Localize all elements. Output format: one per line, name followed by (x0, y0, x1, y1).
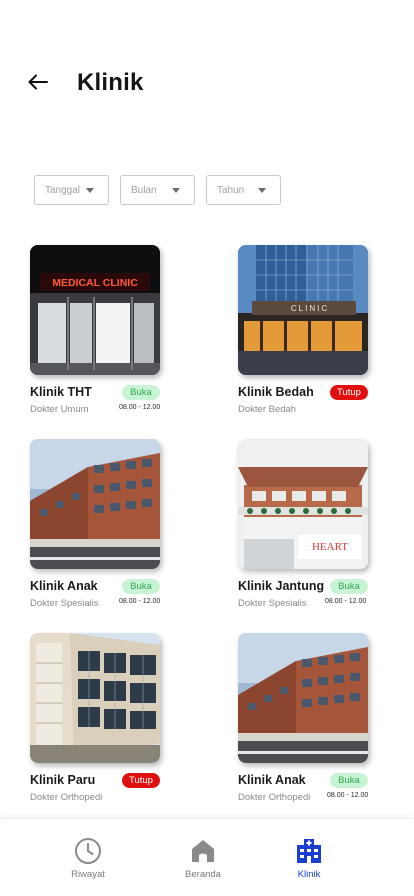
clinic-doctor: Dokter Spesialis (238, 598, 307, 609)
clinic-photo (238, 633, 368, 763)
clinic-name: Klinik Anak (238, 773, 306, 787)
nav-item-riwayat[interactable]: Riwayat (48, 837, 128, 880)
clinic-photo: MEDICAL CLINIC (30, 245, 160, 375)
clinic-card[interactable]: Klinik Paru Dokter Orthopedi Tutup (30, 633, 170, 813)
clinic-card[interactable]: MEDICAL CLINIC Klinik THT Dokter Umum Bu… (30, 245, 170, 425)
clinic-hours: 08.00 - 12.00 (119, 598, 161, 605)
filter-tahun-dropdown[interactable]: Tahun (206, 175, 281, 205)
clinic-sign-text: MEDICAL CLINIC (52, 277, 138, 289)
nav-label: Beranda (185, 869, 221, 880)
clinic-hours: 08.00 - 12.00 (327, 792, 369, 799)
clinic-hours: 08.00 - 12.00 (325, 598, 367, 605)
clinic-photo: CLINIC (238, 245, 368, 375)
clinic-card[interactable]: Klinik Anak Dokter Orthopedi Buka 08.00 … (238, 633, 378, 813)
status-badge: Buka (122, 385, 160, 400)
clinic-photo: HEART (238, 439, 368, 569)
filter-label: Tahun (217, 184, 245, 196)
clinic-doctor: Dokter Umum (30, 404, 89, 415)
clinic-name: Klinik Anak (30, 579, 98, 593)
clinic-photo (30, 633, 160, 763)
status-badge: Tutup (122, 773, 160, 788)
caret-down-icon (86, 188, 94, 193)
clinic-name: Klinik Jantung (238, 579, 325, 593)
filter-bar: Tanggal Bulan Tahun (34, 175, 281, 205)
filter-label: Bulan (131, 184, 157, 196)
app-header: Klinik (0, 0, 414, 120)
caret-down-icon (172, 188, 180, 193)
hospital-icon (295, 837, 323, 865)
clinic-card[interactable]: Klinik Anak Dokter Spesialis Buka 08.00 … (30, 439, 170, 619)
filter-tanggal-dropdown[interactable]: Tanggal (34, 175, 109, 205)
home-icon (189, 837, 217, 865)
nav-item-beranda[interactable]: Beranda (163, 837, 243, 880)
clock-icon (74, 837, 102, 865)
back-button[interactable] (24, 68, 52, 96)
status-badge: Buka (122, 579, 160, 594)
clinic-sign-text: HEART (312, 541, 348, 553)
clinic-card[interactable]: CLINIC Klinik Bedah Dokter Bedah Tutup (238, 245, 378, 425)
clinic-doctor: Dokter Orthopedi (238, 792, 311, 803)
filter-label: Tanggal (45, 184, 81, 196)
clinic-card[interactable]: HEART Klinik Jantung Dokter Spesialis Bu… (238, 439, 378, 619)
caret-down-icon (258, 188, 266, 193)
clinic-doctor: Dokter Bedah (238, 404, 297, 415)
clinic-name: Klinik Bedah (238, 385, 314, 399)
nav-label: Riwayat (71, 869, 105, 880)
bottom-navigation: Riwayat Beranda Klinik (0, 818, 414, 896)
clinic-sign-text: CLINIC (291, 304, 329, 313)
status-badge: Buka (330, 579, 368, 594)
status-badge: Tutup (330, 385, 368, 400)
filter-bulan-dropdown[interactable]: Bulan (120, 175, 195, 205)
clinic-hours: 08.00 - 12.00 (119, 404, 161, 411)
clinic-doctor: Dokter Spesialis (30, 598, 99, 609)
clinic-photo (30, 439, 160, 569)
clinic-doctor: Dokter Orthopedi (30, 792, 103, 803)
status-badge: Buka (330, 773, 368, 788)
nav-item-klinik[interactable]: Klinik (269, 837, 349, 880)
clinic-name: Klinik Paru (30, 773, 96, 787)
page-title: Klinik (77, 69, 144, 96)
arrow-left-icon (28, 74, 48, 90)
nav-label: Klinik (297, 869, 321, 880)
clinic-name: Klinik THT (30, 385, 92, 399)
